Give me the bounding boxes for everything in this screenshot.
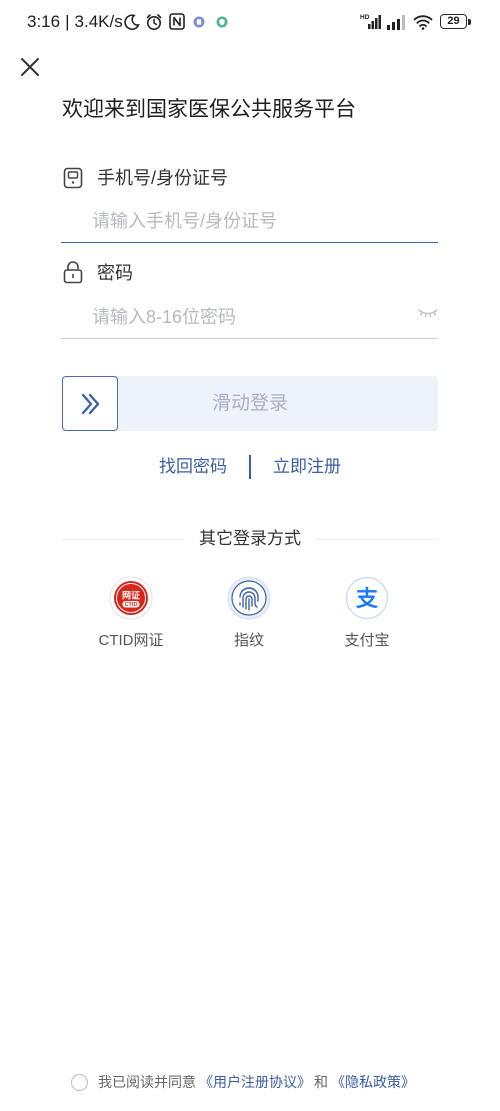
divider-left — [62, 539, 184, 540]
status-time: 3:16 — [27, 12, 61, 31]
slide-login-handle[interactable] — [62, 376, 118, 431]
privacy-policy-link[interactable]: 《隐私政策》 — [331, 1072, 415, 1092]
shield-notification-icon — [216, 16, 228, 28]
status-separator: | — [65, 12, 70, 31]
agreement-prefix: 我已阅读并同意 — [98, 1074, 196, 1090]
phone-icon — [63, 167, 83, 189]
password-input[interactable] — [61, 297, 438, 339]
close-icon[interactable] — [20, 57, 40, 77]
other-login-title: 其它登录方式 — [199, 529, 301, 548]
lock-icon — [63, 261, 83, 284]
app-notification-icon — [193, 16, 205, 28]
status-bar-left: 3:16 | 3.4K/s — [27, 12, 123, 32]
forgot-password-link[interactable]: 找回密码 — [159, 456, 227, 478]
battery-nub — [468, 19, 471, 25]
network-speed: 3.4K/s — [74, 12, 123, 31]
ctid-icon: 网证 CTID — [109, 576, 153, 620]
fingerprint-icon — [227, 576, 271, 620]
battery-icon: 29 — [440, 14, 467, 29]
ctid-label: CTID网证 — [98, 632, 164, 649]
links-divider — [249, 455, 251, 479]
alipay-label: 支付宝 — [344, 632, 390, 649]
login-screen: 3:16 | 3.4K/s HD 29 欢迎来到国家医保公共服务平台 手机号/身… — [0, 0, 500, 1111]
slide-login-track[interactable]: 滑动登录 — [62, 376, 438, 431]
agreement-conjunction: 和 — [314, 1074, 328, 1090]
ctid-login-button[interactable]: 网证 CTID CTID网证 — [81, 576, 181, 651]
account-label: 手机号/身份证号 — [97, 168, 229, 188]
alipay-icon: 支 — [345, 576, 389, 620]
moon-icon — [124, 14, 140, 30]
fingerprint-login-button[interactable]: 指纹 — [199, 576, 299, 651]
hd-label: HD — [360, 14, 370, 21]
user-agreement-link[interactable]: 《用户注册协议》 — [199, 1072, 311, 1092]
agreement-checkbox[interactable] — [71, 1073, 88, 1091]
alipay-login-button[interactable]: 支 支付宝 — [317, 576, 417, 651]
ctid-logo-sub: CTID — [125, 602, 138, 608]
slide-login-label: 滑动登录 — [211, 393, 288, 414]
alipay-logo-glyph: 支 — [356, 587, 379, 612]
account-input[interactable] — [61, 201, 438, 243]
double-chevron-right-icon — [81, 393, 100, 414]
ctid-logo-text: 网证 — [122, 591, 140, 601]
alarm-icon — [146, 14, 162, 30]
divider-right — [316, 539, 438, 540]
page-title: 欢迎来到国家医保公共服务平台 — [62, 98, 356, 121]
fingerprint-label: 指纹 — [233, 632, 264, 649]
signal-icon — [387, 15, 405, 30]
password-label: 密码 — [97, 263, 133, 283]
eye-closed-icon[interactable] — [417, 307, 439, 319]
wifi-icon — [413, 15, 433, 30]
hd-signal-icon: HD — [360, 14, 381, 29]
register-link[interactable]: 立即注册 — [273, 456, 341, 478]
agreement-row: 我已阅读并同意 《用户注册协议》 和 《隐私政策》 — [71, 1072, 418, 1092]
nfc-icon — [169, 13, 185, 30]
